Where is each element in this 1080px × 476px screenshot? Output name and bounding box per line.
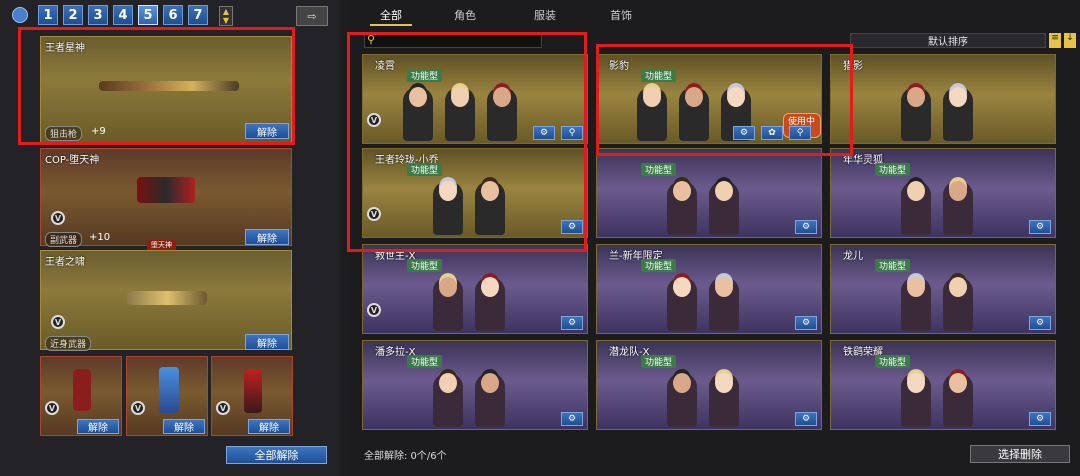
v-badge-icon: V [367,303,381,317]
character-portrait [901,373,931,427]
character-type-badge: 功能型 [875,355,911,368]
preset-scroll-icon[interactable]: ▲ ▼ [219,6,233,26]
character-portrait [901,277,931,331]
character-portrait [709,373,739,427]
tab-4[interactable]: 首饰 [610,7,632,23]
throwable-slot-3[interactable]: V 解除 [211,356,293,436]
v-badge-icon: V [45,401,59,415]
footer-info: 全部解除: 0个/6个 [364,451,447,462]
settings-icon[interactable]: ⚙ [795,412,817,426]
preset-tab-1[interactable]: 1 [38,5,58,25]
settings-icon[interactable]: ⚙ [795,220,817,234]
character-portrait [433,277,463,331]
tab-1[interactable]: 全部 [380,7,402,23]
sort-order-icon[interactable]: ↓ [1064,33,1076,48]
character-portrait [943,373,973,427]
character-card[interactable]: 铁鹞荣耀 功能型 ⚙ [830,340,1056,430]
preset-tab-6[interactable]: 6 [163,5,183,25]
character-type-badge: 功能型 [407,259,443,272]
character-type-badge: 功能型 [875,259,911,272]
settings-icon[interactable]: ⚙ [795,316,817,330]
settings-icon[interactable]: ⚙ [1029,316,1051,330]
settings-icon[interactable]: ⚙ [561,412,583,426]
sort-label: 默认排序 [928,37,968,48]
character-portrait [667,181,697,235]
weapon-banner: 堕天神 [147,240,176,250]
preset-tab-4[interactable]: 4 [113,5,133,25]
character-portrait [943,87,973,141]
highlight-frame [596,44,853,156]
character-inventory: 全部角色服装首饰 ⚲ 默认排序 ≡ ↓ 凌霄功能型V⚙⚲影豹功能型使用中✓⚙✿⚲… [347,0,1080,476]
character-card[interactable]: 功能型 ⚙ [596,148,822,238]
character-portrait [901,181,931,235]
character-portrait [667,373,697,427]
preset-tabs: 1234567 [38,5,208,25]
character-portrait [943,277,973,331]
weapon-slot-melee[interactable]: 王者之啸 V 近身武器 解除 [40,250,292,351]
unload-button[interactable]: 解除 [245,229,289,245]
character-card[interactable]: 潘多拉-X 功能型 ⚙ [362,340,588,430]
settings-icon[interactable]: ⚙ [1029,412,1051,426]
settings-icon[interactable]: ⚙ [561,316,583,330]
tab-2[interactable]: 角色 [454,7,476,23]
weapon-slot-secondary[interactable]: COP-堕天神 V 副武器 +10 堕天神 解除 [40,148,292,250]
weapon-level: +10 [89,232,111,243]
character-type-badge: 功能型 [407,355,443,368]
character-portrait [475,373,505,427]
user-icon[interactable] [12,7,28,23]
character-name: 龙儿 [843,251,863,262]
settings-icon[interactable]: ⚙ [1029,220,1051,234]
list-view-icon[interactable]: ≡ [1049,33,1061,48]
pistol-image [137,177,195,203]
character-portrait [709,181,739,235]
v-badge-icon: V [51,315,65,329]
share-icon[interactable]: ⇨ [296,6,328,26]
character-type-badge: 功能型 [641,163,677,176]
unload-all-button[interactable]: 全部解除 [226,446,327,464]
grenade-image [159,367,179,413]
v-badge-icon: V [131,401,145,415]
v-badge-icon: V [51,211,65,225]
weapon-name: 王者之啸 [45,257,85,268]
character-card[interactable]: 猎影 [830,54,1056,144]
preset-tab-3[interactable]: 3 [88,5,108,25]
character-card[interactable]: 龙儿功能型 ⚙ [830,244,1056,334]
tab-3[interactable]: 服装 [534,7,556,23]
character-portrait [475,277,505,331]
grenade-image [244,369,262,413]
character-type-badge: 功能型 [641,259,677,272]
highlight-frame [18,27,295,145]
character-portrait [901,87,931,141]
active-tab-indicator [370,24,412,26]
character-portrait [709,277,739,331]
character-portrait [667,277,697,331]
weapon-name: COP-堕天神 [45,155,100,166]
loadout-panel: 1234567 ▲ ▼ ⇨ 王者星神 狙击枪 +9 解除 COP-堕天神 V 副武… [0,0,340,476]
character-card[interactable]: 潜龙队-X 功能型 ⚙ [596,340,822,430]
melee-weapon-image [127,291,207,305]
weapon-type: 近身武器 [45,336,92,351]
preset-tab-5[interactable]: 5 [138,5,158,25]
select-delete-button[interactable]: 选择删除 [970,445,1070,463]
preset-tab-2[interactable]: 2 [63,5,83,25]
grenade-image [73,369,91,411]
weapon-type: 副武器 [45,232,83,247]
highlight-frame [347,32,587,252]
throwable-slot-1[interactable]: V 解除 [40,356,122,436]
unload-button[interactable]: 解除 [245,334,289,350]
sort-dropdown[interactable]: 默认排序 [850,33,1046,48]
character-card[interactable]: 兰-新年限定 功能型 ⚙ [596,244,822,334]
unload-button[interactable]: 解除 [248,419,290,434]
character-type-badge: 功能型 [875,163,911,176]
character-type-badge: 功能型 [641,355,677,368]
character-card[interactable]: 救世主-X 功能型 V ⚙ [362,244,588,334]
throwable-slot-2[interactable]: V 解除 [126,356,208,436]
character-portrait [433,373,463,427]
unload-button[interactable]: 解除 [77,419,119,434]
v-badge-icon: V [216,401,230,415]
character-portrait [943,181,973,235]
character-card[interactable]: 年华灵狐 功能型 ⚙ [830,148,1056,238]
preset-tab-7[interactable]: 7 [188,5,208,25]
unload-button[interactable]: 解除 [163,419,205,434]
